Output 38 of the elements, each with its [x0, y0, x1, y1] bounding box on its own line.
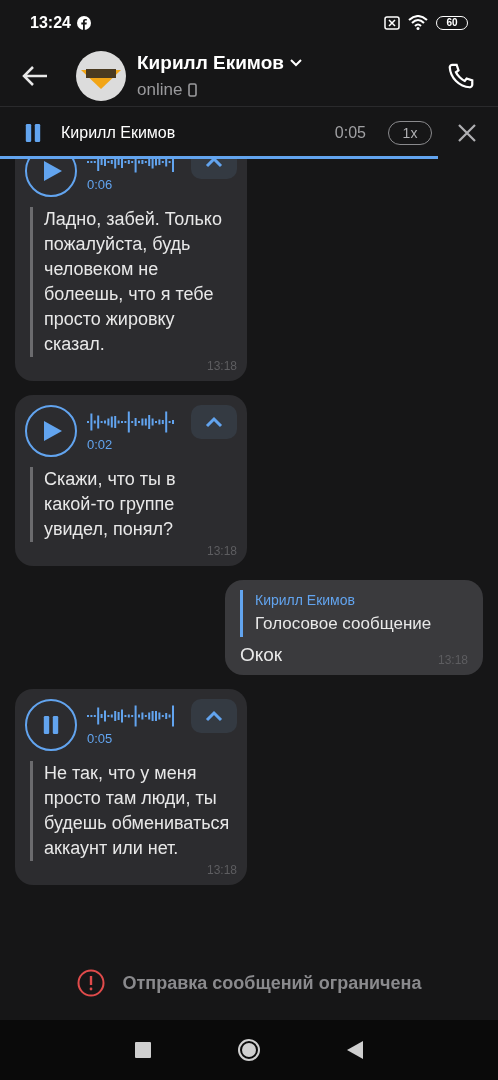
sim-disabled-icon: [384, 15, 400, 30]
player-title: Кирилл Екимов: [61, 123, 176, 143]
home-icon[interactable]: [237, 1038, 261, 1062]
contact-status: online: [137, 79, 183, 101]
pause-icon: [42, 715, 60, 735]
clock-text: 13:24: [30, 12, 71, 33]
duration-text: 0:02: [87, 436, 114, 454]
play-button[interactable]: [25, 405, 77, 457]
phone-device-icon: [188, 82, 198, 97]
warning-icon: [76, 969, 105, 997]
wifi-icon: [408, 15, 428, 30]
quote-author: Кирилл Екимов: [255, 591, 356, 610]
close-icon[interactable]: [458, 124, 476, 142]
back-arrow-icon[interactable]: [22, 64, 48, 87]
transcript-toggle-button[interactable]: [191, 699, 237, 733]
transcript-text: Скажи, что ты в какой-то группе увидел, понял?: [44, 468, 177, 541]
chevron-up-icon: [205, 710, 223, 722]
back-icon[interactable]: [347, 1041, 363, 1059]
chevron-up-icon: [205, 416, 223, 428]
transcript-toggle-button[interactable]: [191, 405, 237, 439]
contact-name[interactable]: Кирилл Екимов: [137, 48, 284, 77]
duration-text: 0:05: [87, 730, 114, 748]
pause-button[interactable]: [25, 699, 77, 751]
message-text: Окок: [240, 642, 283, 667]
play-icon: [43, 160, 63, 182]
avatar-icon: [76, 50, 126, 101]
duration-text: 0:06: [87, 176, 114, 194]
chevron-down-icon[interactable]: [289, 58, 302, 67]
restriction-notice: Отправка сообщений ограничена: [122, 971, 422, 995]
transcript-text: Не так, что у меня просто там люди, ты будешь обмениваться аккаунт или нет.: [44, 762, 231, 860]
play-icon: [43, 420, 63, 442]
transcript-text: Ладно, забей. Только пожалуйста, будь человеком не болеешь, что я тебе просто жировку сказал.: [44, 208, 223, 356]
player-time: 0:05: [334, 123, 366, 143]
pause-icon[interactable]: [24, 123, 42, 143]
chevron-up-icon: [205, 159, 223, 168]
play-button[interactable]: [25, 159, 77, 197]
quote-text: Голосовое сообщение: [255, 613, 432, 635]
facebook-icon: [76, 15, 91, 30]
